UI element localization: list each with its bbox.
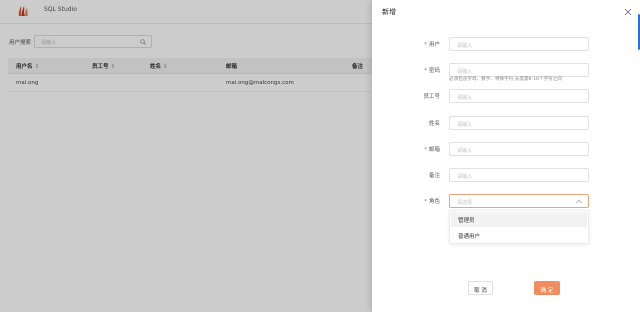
chevron-up-icon[interactable] xyxy=(576,199,582,204)
field-label-name: 姓名 xyxy=(428,121,440,127)
field-label-password: * 密码 xyxy=(424,68,440,74)
role-dropdown: 管理员 普通用户 xyxy=(449,210,589,244)
field-label-email: * 邮箱 xyxy=(424,147,440,153)
form-row-note: 备注 请输入 xyxy=(372,168,640,182)
user-placeholder: 请输入 xyxy=(457,43,473,49)
name-field[interactable]: 请输入 xyxy=(449,116,589,130)
close-icon[interactable] xyxy=(624,8,632,16)
password-placeholder: 请输入 xyxy=(457,69,473,75)
email-placeholder: 请输入 xyxy=(457,148,473,154)
password-field[interactable]: 请输入 xyxy=(449,63,589,77)
add-user-drawer: 新增 * 用户 请输入 * 密码 请输入 必须包含字母、数字、特殊字符,长度需8-1… xyxy=(372,0,640,312)
drawer-title: 新增 xyxy=(382,8,396,16)
employee-id-placeholder: 请输入 xyxy=(457,95,473,101)
role-option-user[interactable]: 普通用户 xyxy=(451,228,587,243)
form-row-employee-id: 员工号 请输入 xyxy=(372,89,640,103)
form-row-role: * 角色 请选择 xyxy=(372,194,640,208)
note-placeholder: 请输入 xyxy=(457,174,473,180)
confirm-button[interactable]: 确 定 xyxy=(534,281,560,295)
user-field[interactable]: 请输入 xyxy=(449,37,589,51)
field-label-user: * 用户 xyxy=(424,42,440,48)
field-label-note: 备注 xyxy=(428,173,440,179)
cancel-button[interactable]: 取 消 xyxy=(468,281,493,295)
field-label-employee-id: 员工号 xyxy=(423,94,440,100)
employee-id-field[interactable]: 请输入 xyxy=(449,89,589,103)
form-row-user: * 用户 请输入 xyxy=(372,37,640,51)
role-select[interactable]: 请选择 xyxy=(449,194,589,208)
role-option-admin[interactable]: 管理员 xyxy=(451,212,587,227)
form-row-password: * 密码 请输入 xyxy=(372,63,640,77)
form-row-name: 姓名 请输入 xyxy=(372,116,640,130)
role-placeholder: 请选择 xyxy=(457,200,473,206)
name-placeholder: 请输入 xyxy=(457,122,473,128)
field-label-role: * 角色 xyxy=(424,199,440,205)
email-field[interactable]: 请输入 xyxy=(449,142,589,156)
password-hint: 必须包含字母、数字、特殊字符,长度需8-16个字符之间 xyxy=(449,77,562,82)
form-row-email: * 邮箱 请输入 xyxy=(372,142,640,156)
note-field[interactable]: 请输入 xyxy=(449,168,589,182)
